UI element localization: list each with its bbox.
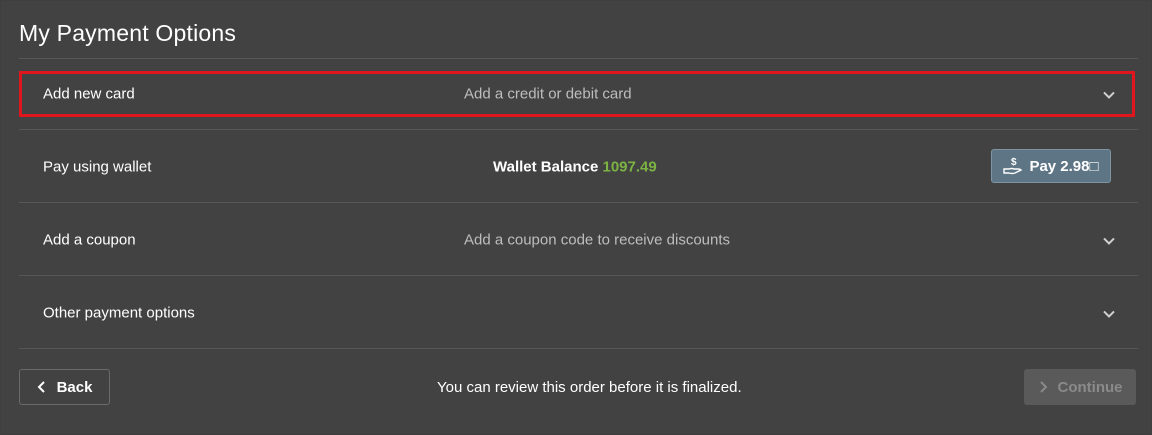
wallet-balance-value: 1097.49 <box>602 158 657 175</box>
add-card-label: Add new card <box>43 85 135 103</box>
coupon-description: Add a coupon code to receive discounts <box>464 231 731 248</box>
coupon-row[interactable]: Add a coupon Add a coupon code to receiv… <box>19 204 1138 276</box>
add-card-description: Add a credit or debit card <box>464 85 632 103</box>
hand-dollar-icon: $ <box>1003 157 1023 175</box>
other-payment-label: Other payment options <box>43 304 195 321</box>
wallet-balance: Wallet Balance 1097.49 <box>493 158 657 175</box>
svg-text:$: $ <box>1011 157 1017 168</box>
chevron-right-icon <box>1039 381 1047 393</box>
other-payment-row[interactable]: Other payment options <box>19 277 1138 349</box>
wallet-row: Pay using wallet Wallet Balance 1097.49 … <box>19 131 1138 203</box>
review-note: You can review this order before it is f… <box>437 379 742 396</box>
chevron-down-icon[interactable] <box>1102 88 1116 102</box>
add-card-row[interactable]: Add new card Add a credit or debit card <box>19 58 1138 130</box>
chevron-down-icon[interactable] <box>1102 307 1116 321</box>
back-label: Back <box>56 378 93 396</box>
wallet-balance-label: Wallet Balance <box>493 158 599 175</box>
pay-button-label: Pay 2.98□ <box>1029 157 1099 175</box>
coupon-label: Add a coupon <box>43 231 136 248</box>
chevron-down-icon[interactable] <box>1102 234 1116 248</box>
pay-wallet-button[interactable]: $ Pay 2.98□ <box>991 149 1111 183</box>
payment-options-panel: My Payment Options Add new card Add a cr… <box>1 1 1151 433</box>
continue-label: Continue <box>1057 378 1123 396</box>
page-title: My Payment Options <box>19 20 237 46</box>
continue-button[interactable]: Continue <box>1024 369 1136 405</box>
back-button[interactable]: Back <box>19 369 110 405</box>
chevron-left-icon <box>37 381 45 393</box>
wallet-label: Pay using wallet <box>43 158 152 175</box>
